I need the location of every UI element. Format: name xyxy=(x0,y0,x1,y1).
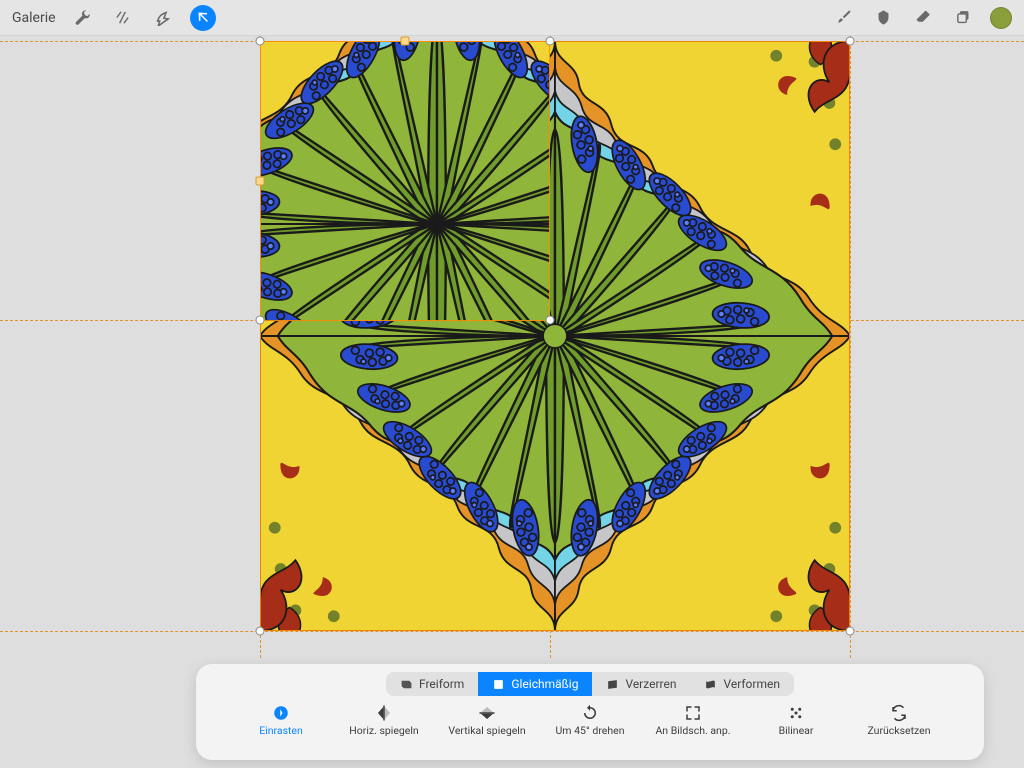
action-flip-h-label: Horiz. spiegeln xyxy=(349,724,418,737)
transform-node[interactable] xyxy=(256,37,265,46)
guide-bottom xyxy=(0,631,1024,632)
mode-distort[interactable]: Verzerren xyxy=(592,672,690,696)
action-fit-label: An Bildsch. anp. xyxy=(655,724,730,737)
action-reset-label: Zurücksetzen xyxy=(867,724,930,737)
adjustments-icon[interactable] xyxy=(110,5,136,31)
mode-freeform-label: Freiform xyxy=(419,677,464,691)
transform-panel: Freiform Gleichmäßig Verzerren Verformen… xyxy=(196,664,984,760)
gallery-button[interactable]: Galerie xyxy=(12,10,56,26)
mode-freeform[interactable]: Freiform xyxy=(386,672,478,696)
canvas[interactable]: Freiform Gleichmäßig Verzerren Verformen… xyxy=(0,36,1024,768)
transform-node[interactable] xyxy=(256,627,265,636)
mode-uniform-label: Gleichmäßig xyxy=(511,677,578,691)
action-snapping-label: Einrasten xyxy=(259,724,303,737)
mode-warp-label: Verformen xyxy=(723,677,780,691)
action-flip-v-label: Vertikal spiegeln xyxy=(448,724,525,737)
action-reset[interactable]: Zurücksetzen xyxy=(854,704,944,737)
transform-node[interactable] xyxy=(846,37,855,46)
smudge-icon[interactable] xyxy=(870,5,896,31)
action-rotate45-label: Um 45° drehen xyxy=(555,724,624,737)
mode-distort-label: Verzerren xyxy=(625,677,676,691)
action-snapping[interactable]: Einrasten xyxy=(236,704,326,737)
action-flip-vertical[interactable]: Vertikal spiegeln xyxy=(442,704,532,737)
brush-icon[interactable] xyxy=(830,5,856,31)
transform-node-mid[interactable] xyxy=(256,177,265,186)
transform-node[interactable] xyxy=(546,316,555,325)
transform-icon[interactable] xyxy=(190,5,216,31)
transform-node-mid[interactable] xyxy=(401,37,410,46)
layers-icon[interactable] xyxy=(950,5,976,31)
selection-box-inner[interactable] xyxy=(260,41,550,321)
action-flip-horizontal[interactable]: Horiz. spiegeln xyxy=(339,704,429,737)
action-fit-screen[interactable]: An Bildsch. anp. xyxy=(648,704,738,737)
top-toolbar: Galerie xyxy=(0,0,1024,36)
mode-uniform[interactable]: Gleichmäßig xyxy=(478,672,592,696)
color-swatch[interactable] xyxy=(990,7,1012,29)
transform-node[interactable] xyxy=(546,37,555,46)
action-rotate-45[interactable]: Um 45° drehen xyxy=(545,704,635,737)
mode-warp[interactable]: Verformen xyxy=(690,672,794,696)
action-bilinear-label: Bilinear xyxy=(779,724,814,737)
wrench-icon[interactable] xyxy=(70,5,96,31)
transform-node[interactable] xyxy=(846,627,855,636)
eraser-icon[interactable] xyxy=(910,5,936,31)
action-interpolation[interactable]: Bilinear xyxy=(751,704,841,737)
transform-mode-segmented: Freiform Gleichmäßig Verzerren Verformen xyxy=(236,672,944,696)
transform-node[interactable] xyxy=(256,316,265,325)
selection-icon[interactable] xyxy=(150,5,176,31)
transform-actions: Einrasten Horiz. spiegeln Vertikal spieg… xyxy=(236,704,944,737)
guide-right xyxy=(850,36,851,658)
